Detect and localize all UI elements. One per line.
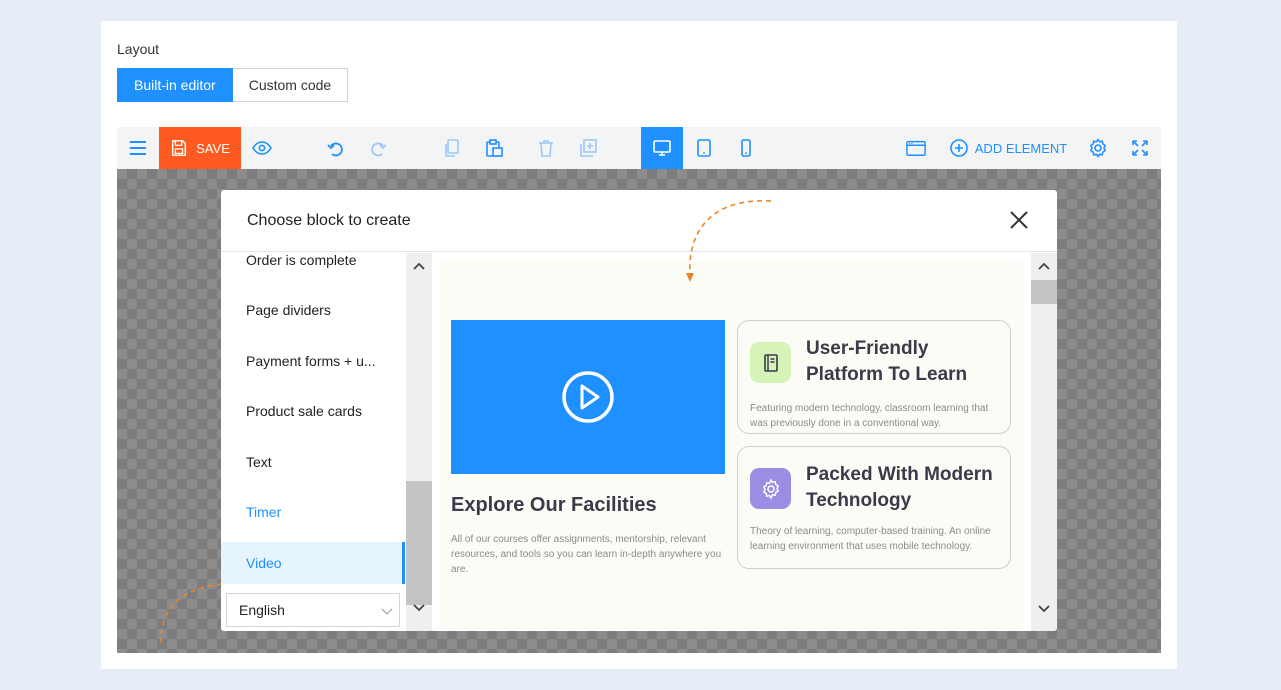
copy-button[interactable] xyxy=(431,127,473,169)
tablet-icon xyxy=(697,139,711,157)
tablet-view-button[interactable] xyxy=(683,127,725,169)
video-placeholder[interactable] xyxy=(451,320,725,474)
fullscreen-icon xyxy=(1132,140,1148,156)
desktop-icon xyxy=(653,140,671,156)
add-element-label: ADD ELEMENT xyxy=(974,140,1068,156)
layout-panel: Layout Built-in editor Custom code SAVE xyxy=(101,21,1177,669)
plus-circle-icon xyxy=(949,139,968,157)
card-icon-badge xyxy=(750,468,791,509)
choose-block-modal: Choose block to create Order is complete… xyxy=(221,190,1057,631)
scroll-up-arrow[interactable] xyxy=(1031,255,1057,277)
trash-icon xyxy=(539,140,553,157)
list-item[interactable]: Timer xyxy=(221,491,405,525)
feature-card: Packed With Modern Technology Theory of … xyxy=(737,446,1011,569)
menu-icon xyxy=(130,141,146,155)
block-preview[interactable]: Explore Our Facilities All of our course… xyxy=(439,261,1023,629)
list-item[interactable]: Order is complete xyxy=(221,253,405,281)
preview-scrollbar[interactable] xyxy=(1031,253,1057,631)
redo-button[interactable] xyxy=(357,127,399,169)
menu-button[interactable] xyxy=(117,127,159,169)
custom-code-button[interactable]: Custom code xyxy=(232,68,349,102)
save-icon xyxy=(172,140,187,156)
delete-button[interactable] xyxy=(525,127,567,169)
copy-icon xyxy=(445,139,459,157)
layout-mode-toggle: Built-in editor Custom code xyxy=(117,68,349,102)
scroll-down-arrow[interactable] xyxy=(1031,598,1057,620)
facility-title: Explore Our Facilities xyxy=(451,494,657,516)
undo-icon xyxy=(327,142,343,157)
chevron-up-icon xyxy=(1038,262,1050,270)
block-category-list: Order is complete Page dividers Payment … xyxy=(221,253,405,525)
gear-icon xyxy=(1089,138,1107,158)
window-icon xyxy=(906,140,926,156)
duplicate-button[interactable] xyxy=(567,127,609,169)
language-value: English xyxy=(239,602,285,618)
list-item[interactable]: Product sale cards xyxy=(221,390,405,432)
scrollbar-thumb[interactable] xyxy=(1031,280,1057,304)
list-item[interactable]: Page dividers xyxy=(221,289,405,331)
list-item[interactable]: Text xyxy=(221,441,405,483)
paste-button[interactable] xyxy=(473,127,515,169)
paste-icon xyxy=(486,139,503,157)
list-item-selected[interactable]: Video xyxy=(221,542,405,584)
scroll-down-arrow[interactable] xyxy=(406,597,432,619)
card-title: Packed With Modern Technology xyxy=(806,464,993,511)
eye-icon xyxy=(252,141,272,155)
feature-card: User-Friendly Platform To Learn Featurin… xyxy=(737,320,1011,434)
layout-window-button[interactable] xyxy=(895,127,937,169)
facility-description: All of our courses offer assignments, me… xyxy=(451,534,722,575)
chevron-down-icon xyxy=(1038,605,1050,613)
language-select[interactable]: English xyxy=(226,593,400,627)
play-icon xyxy=(562,371,614,423)
close-icon[interactable] xyxy=(1007,208,1031,232)
add-element-button[interactable]: ADD ELEMENT xyxy=(945,127,1071,169)
settings-button[interactable] xyxy=(1077,127,1119,169)
category-scrollbar[interactable] xyxy=(406,253,432,631)
card-description: Theory of learning, computer-based train… xyxy=(750,526,991,552)
save-label: SAVE xyxy=(196,140,230,156)
desktop-view-button[interactable] xyxy=(641,127,683,169)
scrollbar-thumb[interactable] xyxy=(406,481,432,605)
chevron-down-icon xyxy=(413,604,425,612)
card-icon-badge xyxy=(750,342,791,383)
preview-button[interactable] xyxy=(241,127,283,169)
chevron-up-icon xyxy=(413,262,425,270)
dashed-arrow-top xyxy=(686,199,772,282)
editor-toolbar: SAVE ADD ELEMENT xyxy=(117,127,1161,169)
redo-icon xyxy=(371,142,387,157)
gear-cog-icon xyxy=(762,478,779,499)
notebook-icon xyxy=(763,353,778,372)
duplicate-icon xyxy=(580,139,597,157)
scroll-up-arrow[interactable] xyxy=(406,255,432,277)
modal-header: Choose block to create xyxy=(221,190,1057,252)
layout-label: Layout xyxy=(117,41,160,57)
built-in-editor-button[interactable]: Built-in editor xyxy=(117,68,233,102)
modal-title: Choose block to create xyxy=(247,212,411,229)
list-item[interactable]: Payment forms + u... xyxy=(221,340,405,382)
undo-button[interactable] xyxy=(315,127,357,169)
editor-canvas: Choose block to create Order is complete… xyxy=(117,169,1161,653)
save-button[interactable]: SAVE xyxy=(159,127,241,169)
mobile-view-button[interactable] xyxy=(725,127,767,169)
fullscreen-button[interactable] xyxy=(1119,127,1161,169)
chevron-down-icon xyxy=(381,608,393,615)
card-title: User-Friendly Platform To Learn xyxy=(806,338,968,385)
mobile-icon xyxy=(741,139,751,157)
card-description: Featuring modern technology, classroom l… xyxy=(750,403,989,429)
